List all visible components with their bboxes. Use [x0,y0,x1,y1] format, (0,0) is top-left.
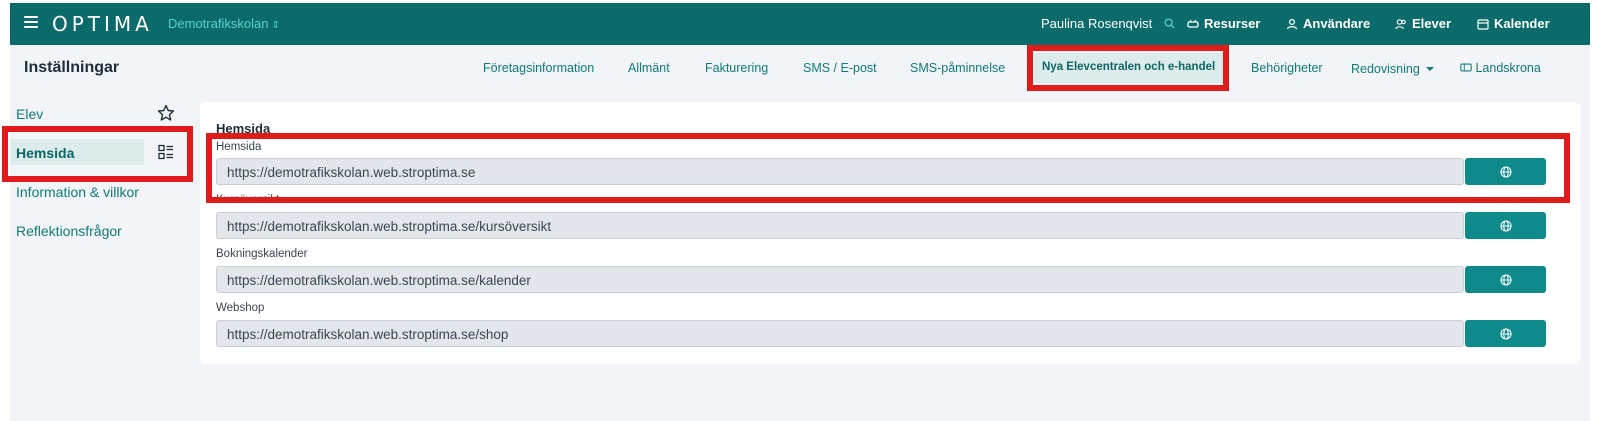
kursoversikt-url-field[interactable]: https://demotrafikskolan.web.stroptima.s… [216,212,1464,239]
open-kursoversikt-button[interactable] [1465,212,1546,239]
user-search[interactable]: Paulina Rosenqvist [1041,16,1175,31]
search-icon [1164,18,1175,29]
sort-arrows-icon: ⇕ [271,20,280,31]
nav-kalender[interactable]: Kalender [1477,16,1550,31]
caret-down-icon [1425,67,1434,71]
field-label-bokningskalender: Bokningskalender [216,248,308,260]
optima-logo[interactable]: OPTIMA [52,12,153,36]
nav-resurser[interactable]: Resurser [1187,16,1260,31]
tab-redovisning[interactable]: Redovisning [1351,62,1434,76]
car-icon [1187,19,1199,28]
star-icon[interactable] [157,104,175,122]
webshop-url-field[interactable]: https://demotrafikskolan.web.stroptima.s… [216,320,1464,347]
bokningskalender-url-field[interactable]: https://demotrafikskolan.web.stroptima.s… [216,266,1464,293]
tab-allmant[interactable]: Allmänt [628,61,670,75]
tab-behorigheter[interactable]: Behörigheter [1251,61,1323,75]
top-navigation-bar: OPTIMA Demotrafikskolan ⇕ Paulina Rosenqv… [10,3,1590,45]
globe-icon [1499,219,1512,232]
calendar-icon [1477,18,1489,30]
ticket-icon [1460,63,1472,72]
open-webshop-button[interactable] [1465,320,1546,347]
highlight-box-tab [1027,45,1229,91]
page-title: Inställningar [24,59,120,76]
sidebar-item-reflektionsfragor[interactable]: Reflektionsfrågor [16,223,122,239]
user-name: Paulina Rosenqvist [1041,16,1153,31]
highlight-box-field [206,133,1570,203]
hamburger-menu-icon[interactable] [24,16,38,30]
sidebar-item-information-villkor[interactable]: Information & villkor [16,184,139,200]
tab-fakturering[interactable]: Fakturering [705,61,768,75]
tab-sms-paminnelse[interactable]: SMS-påminnelse [910,61,1005,75]
highlight-box-sidebar [2,126,193,182]
tab-foretagsinformation[interactable]: Företagsinformation [483,61,594,75]
field-label-webshop: Webshop [216,302,265,314]
tab-sms-epost[interactable]: SMS / E-post [803,61,877,75]
users-icon [1395,18,1406,29]
open-bokningskalender-button[interactable] [1465,266,1546,293]
user-icon [1286,18,1298,29]
school-selector[interactable]: Demotrafikskolan ⇕ [168,16,280,31]
nav-elever[interactable]: Elever [1395,16,1451,31]
globe-icon [1499,273,1512,286]
globe-icon [1499,327,1512,340]
sidebar-item-elev[interactable]: Elev [16,106,43,122]
tab-landskrona[interactable]: Landskrona [1460,61,1541,75]
nav-anvandare[interactable]: Användare [1286,16,1370,31]
